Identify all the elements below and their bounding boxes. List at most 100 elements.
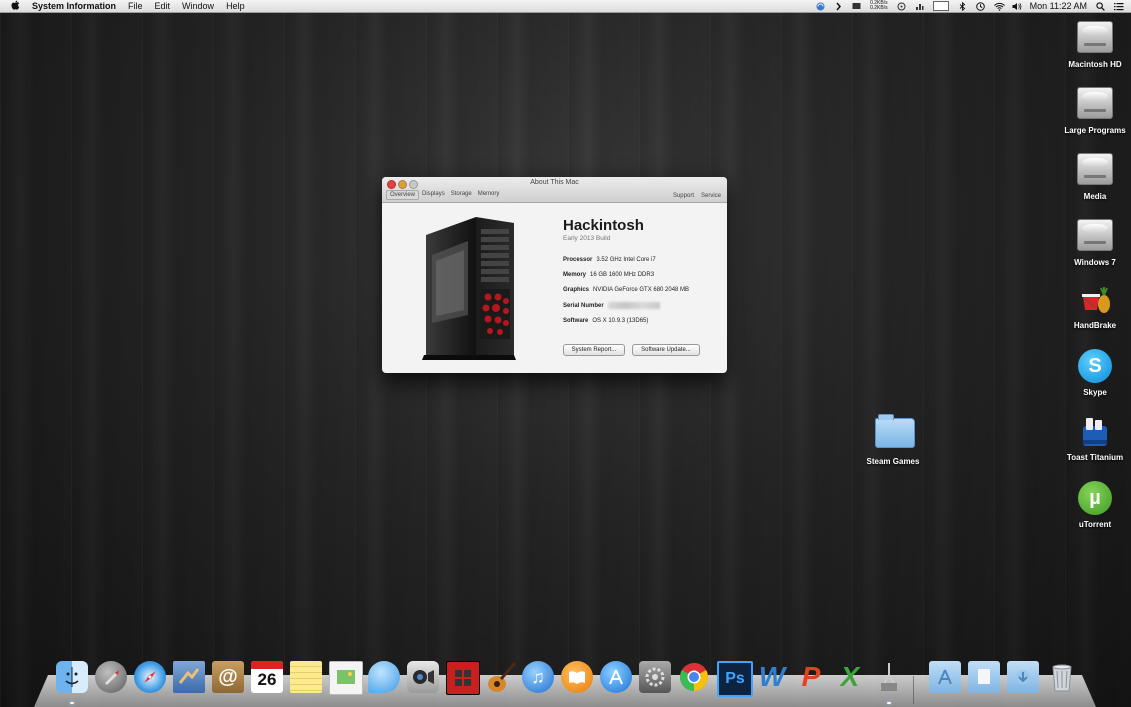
desktop-icon-label: Toast Titanium — [1066, 453, 1124, 462]
desktop-icon-label: Windows 7 — [1074, 258, 1116, 267]
fan-icon[interactable] — [897, 2, 906, 11]
desktop-icon-media[interactable]: Media — [1055, 150, 1131, 201]
safari-icon[interactable] — [132, 659, 168, 695]
desktop-icon-label: Large Programs — [1064, 126, 1126, 135]
desktop-icon-label: Media — [1083, 192, 1107, 201]
word-label: W — [758, 661, 786, 692]
calendar-icon[interactable]: 26 — [249, 659, 285, 695]
ibooks-icon[interactable] — [559, 659, 595, 695]
menu-file[interactable]: File — [128, 1, 143, 11]
menu-edit[interactable]: Edit — [155, 1, 171, 11]
powerpoint-icon[interactable]: P — [793, 659, 829, 695]
display-icon[interactable] — [852, 2, 861, 11]
volume-icon[interactable] — [1012, 2, 1021, 11]
contacts-icon[interactable]: @ — [210, 659, 246, 695]
desktop-icon-windows-7[interactable]: Windows 7 — [1055, 216, 1131, 267]
chevron-right-icon[interactable] — [834, 2, 843, 11]
net-down: 0.2KB/s — [870, 5, 888, 11]
facetime-icon[interactable] — [405, 659, 441, 695]
hard-drive-icon — [1077, 219, 1113, 251]
tab-overview[interactable]: Overview — [386, 190, 420, 200]
tab-bar: Overview Displays Storage Memory — [386, 190, 502, 200]
hard-drive-icon — [1077, 87, 1113, 119]
applications-folder-icon[interactable] — [927, 659, 963, 695]
about-this-mac-window: About This Mac Overview Displays Storage… — [382, 177, 727, 373]
preview-icon[interactable] — [327, 659, 363, 695]
apple-menu-icon[interactable] — [8, 0, 22, 13]
utorrent-icon: µ — [1078, 481, 1112, 515]
spec-label: Serial Number — [563, 303, 604, 310]
sync-icon[interactable] — [816, 2, 825, 11]
mail-icon[interactable] — [171, 659, 207, 695]
tab-storage[interactable]: Storage — [448, 190, 475, 200]
running-indicator — [70, 702, 74, 704]
bluetooth-icon[interactable] — [958, 1, 967, 11]
software-update-button[interactable]: Software Update... — [632, 344, 700, 356]
input-menu-box[interactable] — [932, 1, 949, 11]
app-menu[interactable]: System Information — [32, 1, 116, 11]
desktop-icon-handbrake[interactable]: HandBrake — [1055, 282, 1131, 330]
trash-icon[interactable] — [1044, 659, 1080, 695]
hard-drive-icon — [1077, 21, 1113, 53]
hard-drive-icon — [1077, 153, 1113, 185]
notification-center-icon[interactable] — [1114, 2, 1124, 11]
model-subtitle: Early 2013 Build — [563, 235, 611, 242]
desktop-icon-label: Macintosh HD — [1068, 60, 1122, 69]
system-report-button[interactable]: System Report... — [563, 344, 625, 356]
system-preferences-icon[interactable] — [637, 659, 673, 695]
serial-number-redacted — [607, 302, 660, 309]
toast-icon — [1077, 414, 1113, 450]
desktop-icon-steam-games[interactable]: Steam Games — [853, 414, 933, 466]
messages-icon[interactable] — [366, 659, 402, 695]
clock[interactable]: Mon 11:22 AM — [1030, 1, 1087, 11]
desktop-icon-skype[interactable]: S Skype — [1055, 348, 1131, 397]
folder-icon — [875, 414, 915, 448]
menu-help[interactable]: Help — [226, 1, 245, 11]
desktop-icon-utorrent[interactable]: µ uTorrent — [1055, 480, 1131, 529]
spec-row-serial: Serial Number — [563, 302, 689, 309]
desktop-icon-label: uTorrent — [1078, 520, 1112, 529]
desktop-icon-large-programs[interactable]: Large Programs — [1055, 84, 1131, 135]
header-links: Support Service — [673, 193, 721, 199]
menu-window[interactable]: Window — [182, 1, 214, 11]
excel-label: X — [840, 661, 860, 692]
itunes-icon[interactable]: ♫ — [520, 659, 556, 695]
downloads-folder-icon[interactable] — [1005, 659, 1041, 695]
spec-label: Memory — [563, 272, 587, 278]
photo-booth-icon[interactable] — [444, 659, 480, 695]
desktop-icon-toast-titanium[interactable]: Toast Titanium — [1055, 414, 1131, 462]
word-icon[interactable]: W — [754, 659, 790, 695]
tab-displays[interactable]: Displays — [419, 190, 448, 200]
desktop-icon-macintosh-hd[interactable]: Macintosh HD — [1055, 18, 1131, 69]
spec-row-software: Software OS X 10.9.3 (13D65) — [563, 318, 689, 324]
spec-row-processor: Processor 3.52 GHz Intel Core i7 — [563, 257, 689, 263]
time-machine-icon[interactable] — [975, 1, 985, 11]
window-titlebar[interactable]: About This Mac Overview Displays Storage… — [382, 177, 727, 203]
launchpad-icon[interactable] — [93, 659, 129, 695]
app-store-icon[interactable] — [598, 659, 634, 695]
chart-icon[interactable] — [915, 2, 924, 11]
chrome-icon[interactable] — [676, 659, 712, 695]
powerpoint-label: P — [801, 661, 821, 692]
wifi-icon[interactable] — [993, 2, 1005, 11]
spec-label: Software — [563, 318, 589, 325]
handbrake-icon — [1077, 282, 1113, 318]
photoshop-icon[interactable]: Ps — [715, 659, 753, 697]
spec-value: OS X 10.9.3 (13D65) — [592, 318, 649, 325]
computer-case-image — [418, 215, 518, 361]
tab-memory[interactable]: Memory — [475, 190, 503, 200]
finder-icon[interactable] — [54, 659, 90, 695]
utilities-icon[interactable] — [871, 659, 907, 695]
support-link[interactable]: Support — [673, 193, 694, 199]
documents-folder-icon[interactable] — [966, 659, 1002, 695]
notes-icon[interactable] — [288, 659, 324, 695]
spotlight-icon[interactable] — [1096, 1, 1105, 11]
service-link[interactable]: Service — [701, 193, 721, 199]
excel-icon[interactable]: X — [832, 659, 868, 695]
window-title: About This Mac — [530, 179, 579, 186]
garageband-icon[interactable] — [483, 659, 519, 695]
menu-bar: System Information File Edit Window Help… — [0, 0, 1131, 13]
spec-label: Processor — [563, 257, 593, 263]
desktop-icon-label: HandBrake — [1073, 321, 1117, 330]
calendar-day: 26 — [257, 670, 277, 689]
